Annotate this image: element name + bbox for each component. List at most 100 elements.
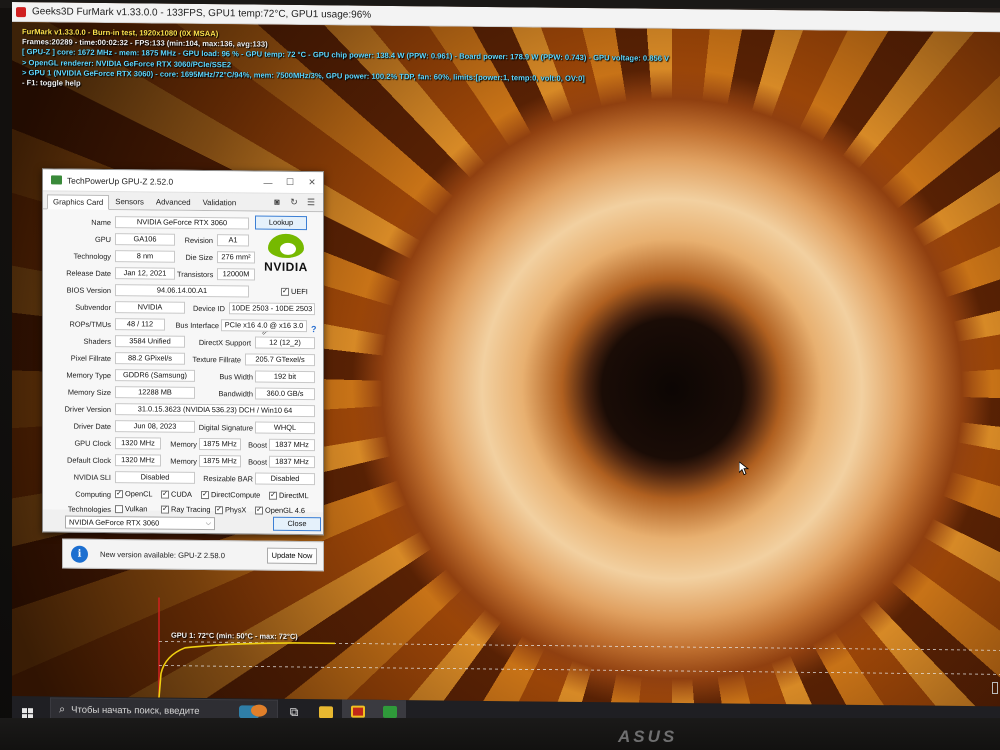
transistors-value: 12000M [217, 268, 255, 281]
default-clock-label: Default Clock [67, 455, 111, 466]
physx-checkbox: ✓ PhysX [215, 505, 246, 514]
boost-label: Boost [248, 440, 267, 450]
gpuz-graphics-card-panel: Lookup NVIDIA Name NVIDIA GeForce RTX 30… [43, 209, 325, 516]
release-date-label: Release Date [66, 268, 111, 279]
refresh-icon[interactable]: ↻ [288, 197, 300, 208]
rops-label: ROPs/TMUs [69, 319, 111, 330]
opengl-label: OpenGL 4.6 [265, 505, 305, 516]
technology-value: 8 nm [115, 250, 175, 263]
bandwidth-value: 360.0 GB/s [255, 387, 315, 401]
maximize-icon[interactable]: ☐ [279, 177, 301, 188]
update-notification: i New version available: GPU-Z 2.58.0 Up… [62, 538, 324, 572]
row-computing: Computing ✓ OpenCL ✓ CUDA ✓ DirectCompute ✓… [43, 486, 325, 503]
tab-sensors[interactable]: Sensors [109, 194, 150, 209]
search-icon: ⌕ [59, 702, 66, 716]
uefi-label: UEFI [291, 286, 308, 297]
bandwidth-label: Bandwidth [218, 389, 253, 399]
tab-graphics-card[interactable]: Graphics Card [47, 194, 110, 211]
bus-interface-label: Bus Interface [175, 320, 219, 331]
memory-size-label: Memory Size [67, 387, 111, 398]
resizable-bar-value: Disabled [255, 472, 315, 486]
memory-clock-label: Memory [170, 439, 197, 449]
shaders-label: Shaders [83, 336, 111, 347]
memory-clock-value: 1875 MHz [199, 437, 241, 451]
mouse-cursor-icon [739, 461, 749, 476]
memory-size-value: 12288 MB [115, 386, 195, 399]
uefi-checkbox: ✓ UEFI [281, 287, 308, 296]
check-box: ✓ [201, 490, 209, 499]
gpu-value: GA106 [115, 233, 175, 246]
graph-min-line [159, 665, 1000, 675]
ray-tracing-label: Ray Tracing [171, 504, 211, 515]
gpu-temperature-graph: GPU 1: 72°C (min: 50°C - max: 72°C) [145, 593, 1000, 708]
check-box: ✓ [269, 491, 277, 500]
default-memory-label: Memory [170, 456, 197, 466]
gpu-select-dropdown[interactable]: NVIDIA GeForce RTX 3060 ⌵ [65, 515, 215, 531]
gpuz-toolbar: ◙ ↻ ☰ [271, 197, 317, 208]
die-size-value: 276 mm² [217, 251, 255, 264]
pixel-fillrate-value: 88.2 GPixel/s [115, 352, 185, 365]
check-box: ✓ [115, 489, 123, 498]
row-rops: ROPs/TMUs 48 / 112 Bus Interface PCIe x1… [43, 316, 325, 333]
technology-label: Technology [73, 251, 111, 262]
texture-fillrate-label: Texture Fillrate [192, 354, 241, 365]
help-icon[interactable]: ? [311, 324, 317, 334]
close-button[interactable]: Close [273, 516, 321, 532]
texture-fillrate-value: 205.7 GTexel/s [245, 353, 315, 367]
row-driver-date: Driver Date Jun 08, 2023 Digital Signatu… [43, 418, 325, 435]
gpuz-app-icon [51, 175, 62, 185]
furmark-window-title: Geeks3D FurMark v1.33.0.0 - 133FPS, GPU1… [32, 6, 372, 21]
row-shaders: Shaders 3584 Unified DirectX Support 12 … [43, 333, 325, 350]
transistors-label: Transistors [177, 269, 214, 280]
shaders-value: 3584 Unified [115, 335, 185, 348]
tab-validation[interactable]: Validation [197, 195, 243, 210]
physx-label: PhysX [225, 505, 247, 515]
vulkan-label: Vulkan [125, 504, 148, 514]
default-boost-value: 1837 MHz [269, 455, 315, 469]
row-memory-type: Memory Type GDDR6 (Samsung) Bus Width 19… [43, 367, 325, 384]
die-size-label: Die Size [185, 252, 213, 263]
uefi-check-box: ✓ [281, 287, 289, 296]
vulkan-checkbox: Vulkan [115, 504, 147, 513]
digital-signature-value: WHQL [255, 421, 315, 435]
opencl-checkbox: ✓ OpenCL [115, 489, 153, 498]
driver-version-value: 31.0.15.3623 (NVIDIA 536.23) DCH / Win10… [115, 403, 315, 418]
gpu-select-value: NVIDIA GeForce RTX 3060 [69, 517, 160, 528]
cuda-label: CUDA [171, 489, 192, 499]
check-box: ✓ [161, 490, 169, 499]
menu-icon[interactable]: ☰ [305, 197, 317, 208]
chevron-down-icon: ⌵ [205, 520, 211, 528]
memory-type-value: GDDR6 (Samsung) [115, 369, 195, 382]
bus-width-value: 192 bit [255, 370, 315, 384]
row-pixel-fillrate: Pixel Fillrate 88.2 GPixel/s Texture Fil… [43, 350, 325, 367]
tab-advanced[interactable]: Advanced [150, 194, 197, 209]
digital-signature-label: Digital Signature [198, 422, 253, 433]
revision-value: A1 [217, 234, 249, 247]
row-memory-size: Memory Size 12288 MB Bandwidth 360.0 GB/… [43, 384, 325, 401]
subvendor-value: NVIDIA [115, 301, 185, 314]
monitor-screen: Geeks3D FurMark v1.33.0.0 - 133FPS, GPU1… [12, 2, 1000, 729]
boost-value: 1837 MHz [269, 438, 315, 452]
gpuz-title-bar[interactable]: TechPowerUp GPU-Z 2.52.0 — ☐ ✕ [43, 169, 323, 195]
monitor-bezel-bottom [0, 718, 1000, 750]
opencl-label: OpenCL [125, 489, 153, 499]
start-button[interactable] [12, 700, 42, 719]
directx-value: 12 (12_2) [255, 336, 315, 350]
close-icon[interactable]: ✕ [301, 177, 323, 188]
driver-date-value: Jun 08, 2023 [115, 420, 195, 433]
directcompute-checkbox: ✓ DirectCompute [201, 490, 260, 500]
check-box: ✓ [255, 506, 263, 515]
driver-version-label: Driver Version [64, 404, 111, 415]
temperature-graph-label: GPU 1: 72°C (min: 50°C - max: 72°C) [171, 630, 298, 641]
update-now-button[interactable]: Update Now [267, 547, 317, 565]
check-box: ✓ [215, 505, 223, 514]
revision-label: Revision [184, 235, 213, 246]
row-driver-version: Driver Version 31.0.15.3623 (NVIDIA 536.… [43, 401, 325, 418]
camera-icon[interactable]: ◙ [271, 197, 283, 208]
minimize-icon[interactable]: — [257, 177, 279, 187]
ray-tracing-checkbox: ✓ Ray Tracing [161, 504, 211, 515]
subvendor-label: Subvendor [75, 302, 111, 313]
check-box: ✓ [161, 505, 169, 514]
default-memory-value: 1875 MHz [199, 454, 241, 468]
gpuz-window-title: TechPowerUp GPU-Z 2.52.0 [67, 175, 174, 187]
